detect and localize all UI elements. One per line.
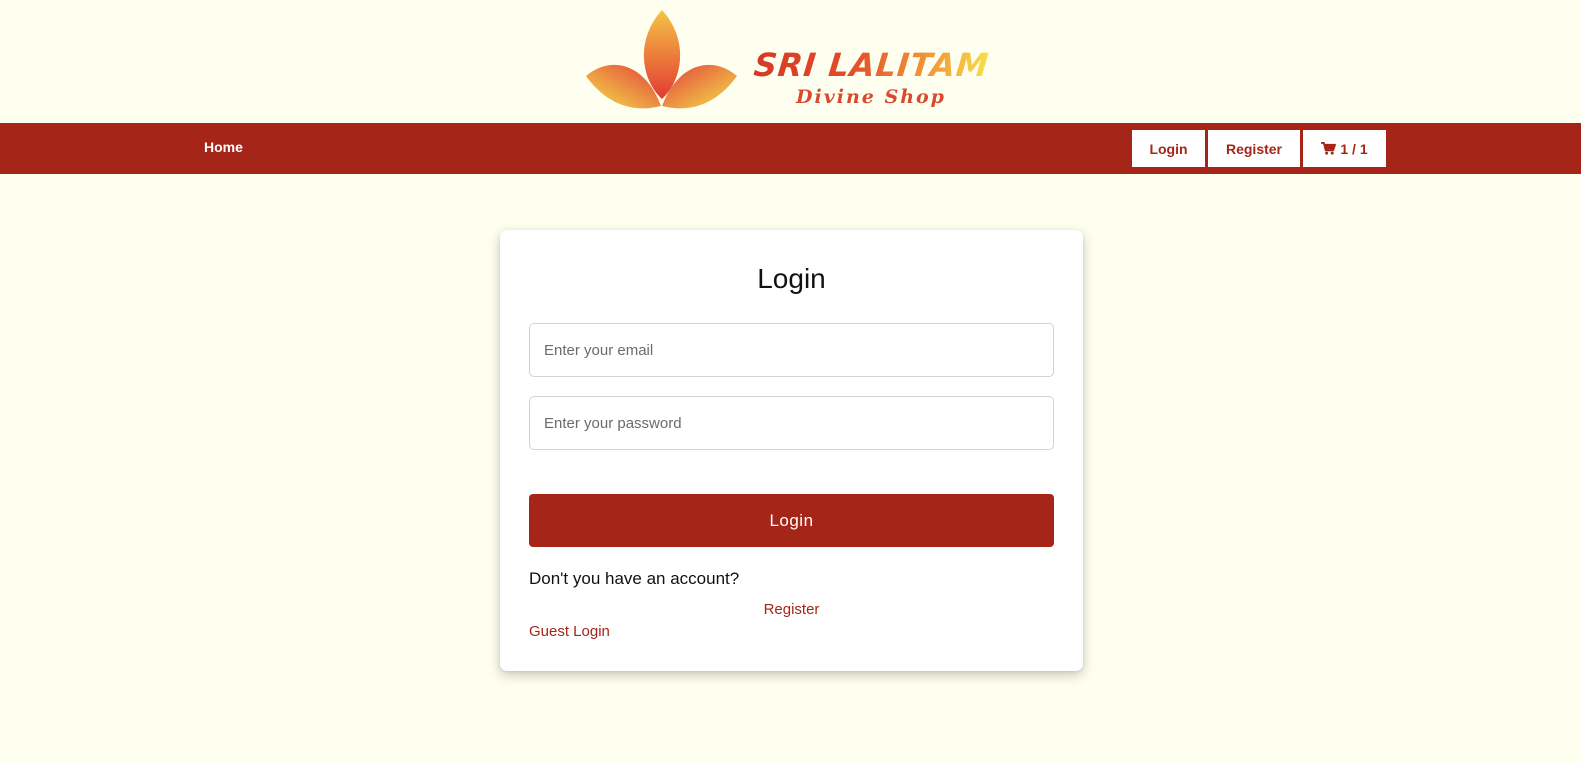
email-input[interactable]: [529, 323, 1054, 377]
nav-register-label: Register: [1225, 140, 1283, 157]
login-card: Login Login Don't you have an account? R…: [500, 230, 1083, 671]
login-title: Login: [757, 263, 826, 294]
site-header: SRI LALITAM Divine Shop: [0, 0, 1581, 123]
no-account-prompt: Don't you have an account?: [529, 569, 740, 588]
shopping-cart-icon: [1321, 142, 1337, 155]
brand-name: SRI LALITAM: [752, 46, 992, 84]
site-logo[interactable]: SRI LALITAM Divine Shop: [584, 6, 991, 116]
brand-tagline: Divine Shop: [796, 86, 946, 108]
cart-count: 1 / 1: [1340, 140, 1368, 157]
nav-login-label: Login: [1149, 140, 1188, 157]
nav-cart-button[interactable]: 1 / 1: [1303, 130, 1386, 167]
nav-login-button[interactable]: Login: [1132, 130, 1205, 167]
nav-home-link[interactable]: Home: [204, 139, 243, 155]
register-link[interactable]: Register: [500, 601, 1083, 618]
lotus-logo-icon: [586, 10, 737, 109]
guest-login-link[interactable]: Guest Login: [529, 623, 610, 640]
login-submit-button[interactable]: Login: [529, 494, 1054, 547]
top-navbar: Home Login Register 1 / 1: [0, 123, 1581, 174]
nav-register-button[interactable]: Register: [1208, 130, 1300, 167]
password-input[interactable]: [529, 396, 1054, 450]
